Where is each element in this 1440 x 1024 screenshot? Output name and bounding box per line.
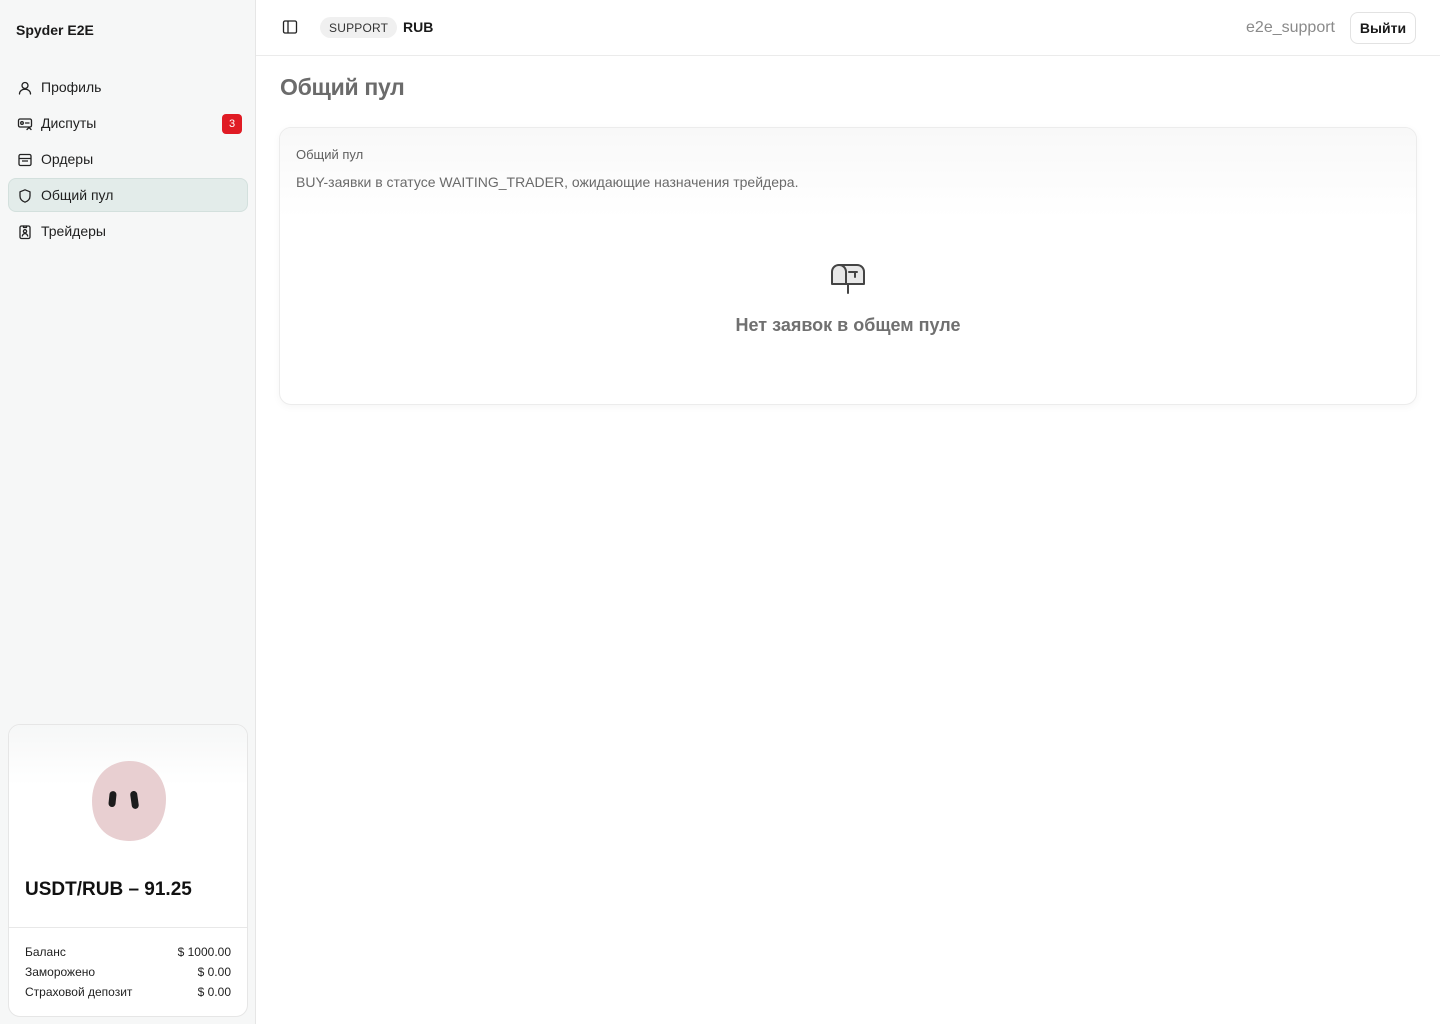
wallet-card: USDT/RUB – 91.25 Баланс $ 1000.00 Заморо… <box>8 724 248 1017</box>
sidebar-item-label: Общий пул <box>41 187 114 203</box>
role-badge: SUPPORT <box>320 17 398 38</box>
wallet-row-insurance: Страховой депозит $ 0.00 <box>25 982 231 1002</box>
card-title: Общий пул <box>296 147 364 162</box>
exchange-rate: USDT/RUB – 91.25 <box>25 879 192 900</box>
wallet-row-frozen: Заморожено $ 0.00 <box>25 962 231 982</box>
user-icon <box>18 81 32 95</box>
wallet-row-value: $ 0.00 <box>197 965 231 979</box>
sidebar-item-common-pool[interactable]: Общий пул <box>8 178 248 212</box>
wallet-row-label: Страховой депозит <box>25 985 133 999</box>
wallet-row-balance: Баланс $ 1000.00 <box>25 942 231 962</box>
sidebar-item-disputes[interactable]: Диспуты 3 <box>8 106 248 140</box>
sidebar-toggle-icon[interactable] <box>282 19 298 35</box>
wallet-balances: Баланс $ 1000.00 Заморожено $ 0.00 Страх… <box>9 928 247 1002</box>
logout-button[interactable]: Выйти <box>1350 12 1416 44</box>
username: e2e_support <box>1246 19 1335 36</box>
mailbox-icon <box>831 264 865 294</box>
common-pool-card: Общий пул BUY-заявки в статусе WAITING_T… <box>279 127 1417 405</box>
sidebar-item-traders[interactable]: Трейдеры <box>8 214 248 248</box>
page-title: Общий пул <box>280 74 405 100</box>
wallet-row-label: Заморожено <box>25 965 96 979</box>
sidebar-item-label: Ордеры <box>41 151 94 167</box>
sidebar-item-label: Трейдеры <box>41 223 106 239</box>
disputes-count-badge: 3 <box>222 114 242 134</box>
top-header: SUPPORT RUB e2e_support Выйти <box>256 0 1440 56</box>
mascot-avatar <box>92 761 166 841</box>
brand-name: Spyder E2E <box>16 22 94 38</box>
currency-label: RUB <box>403 19 434 35</box>
sidebar-item-profile[interactable]: Профиль <box>8 70 248 104</box>
wallet-row-value: $ 0.00 <box>197 985 231 999</box>
sidebar-nav: Профиль Диспуты 3 Ордеры Общий пул Трейд… <box>8 70 248 250</box>
shield-icon <box>19 189 31 203</box>
sidebar-item-label: Профиль <box>41 79 102 95</box>
sidebar: Spyder E2E Профиль Диспуты 3 Ордеры Общи… <box>0 0 256 1024</box>
dispute-icon <box>17 118 33 131</box>
traders-icon <box>19 225 31 240</box>
sidebar-item-orders[interactable]: Ордеры <box>8 142 248 176</box>
sidebar-item-label: Диспуты <box>41 115 97 131</box>
card-header <box>280 128 1416 218</box>
orders-icon <box>18 153 32 167</box>
wallet-row-label: Баланс <box>25 945 66 959</box>
empty-state-message: Нет заявок в общем пуле <box>735 315 961 335</box>
card-description: BUY-заявки в статусе WAITING_TRADER, ожи… <box>296 174 799 190</box>
wallet-card-header: USDT/RUB – 91.25 <box>9 725 247 928</box>
wallet-row-value: $ 1000.00 <box>177 945 231 959</box>
